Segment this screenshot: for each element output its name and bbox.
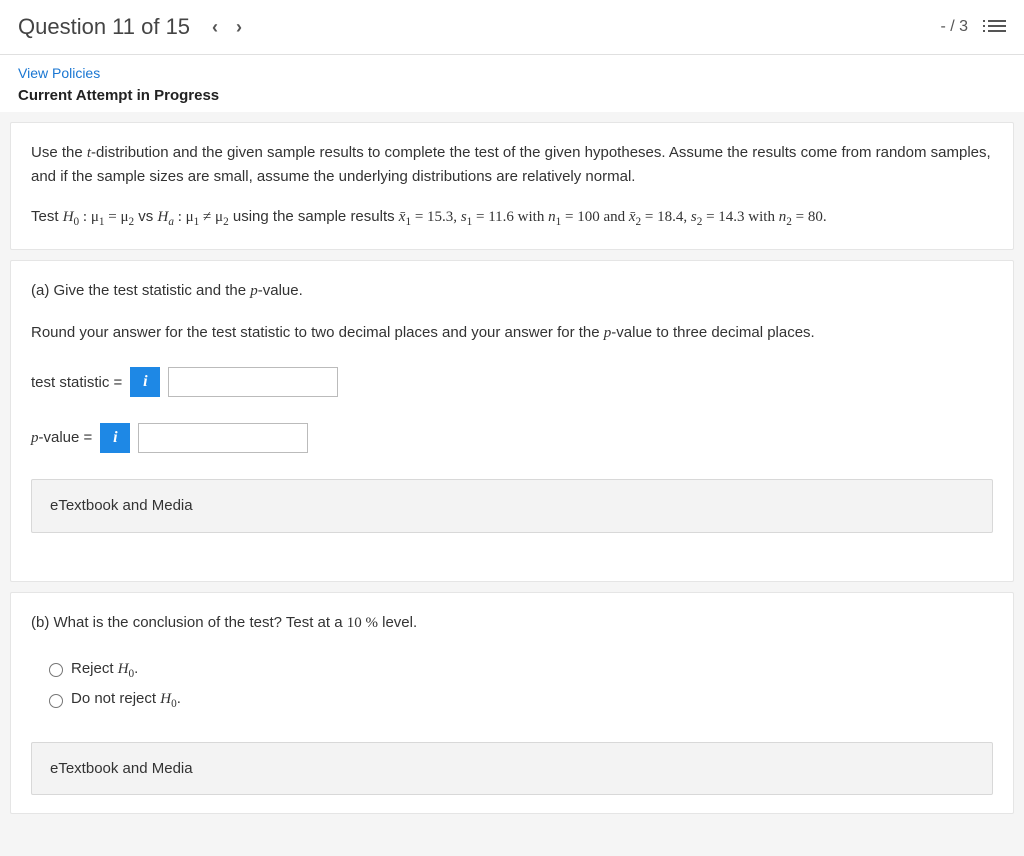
h-var: H — [160, 691, 171, 707]
score-display: - / 3 — [940, 18, 968, 36]
part-b-label: (b) What is the conclusion of the test? … — [31, 611, 993, 635]
text: = 80. — [792, 209, 827, 225]
part-b-panel: (b) What is the conclusion of the test? … — [10, 592, 1014, 814]
h-var: H — [157, 209, 168, 225]
subheader: View Policies Current Attempt in Progres… — [0, 55, 1024, 112]
h-var: H — [118, 661, 129, 677]
text: vs — [134, 208, 157, 225]
radio-reject-input[interactable] — [49, 663, 63, 677]
text: (b) What is the conclusion of the test? … — [31, 614, 347, 631]
text: Round your answer for the test statistic… — [31, 324, 604, 341]
p-value-input[interactable] — [138, 423, 308, 453]
info-icon[interactable]: i — [130, 367, 160, 397]
p-var: p — [250, 283, 258, 299]
attempt-status: Current Attempt in Progress — [18, 87, 1006, 104]
level: 10 % — [347, 615, 378, 631]
instructions-para2: Test H0 : μ1 = μ2 vs Ha : μ1 ≠ μ2 using … — [31, 205, 993, 231]
text: Test — [31, 208, 63, 225]
radio-reject-label: Reject H0. — [71, 657, 138, 683]
instructions-para1: Use the t-distribution and the given sam… — [31, 141, 993, 189]
text: level. — [378, 614, 417, 631]
text: -distribution and the given sample resul… — [31, 144, 991, 185]
radio-do-not-reject-label: Do not reject H0. — [71, 687, 181, 713]
h-var: H — [63, 209, 74, 225]
text: Reject — [71, 660, 118, 677]
text: = μ — [105, 209, 129, 225]
nav-arrows: ‹ › — [208, 17, 246, 38]
text: Use the — [31, 144, 87, 161]
text: = 11.6 with — [472, 209, 548, 225]
question-title: Question 11 of 15 — [18, 14, 190, 40]
text: (a) Give the test statistic and the — [31, 282, 250, 299]
p-var: p — [31, 430, 39, 446]
text: -value. — [258, 282, 303, 299]
radio-do-not-reject-input[interactable] — [49, 694, 63, 708]
radio-do-not-reject[interactable]: Do not reject H0. — [49, 687, 993, 713]
view-policies-link[interactable]: View Policies — [18, 65, 100, 81]
text: = 18.4, — [641, 209, 691, 225]
question-header: Question 11 of 15 ‹ › - / 3 — [0, 0, 1024, 55]
text: . — [177, 690, 181, 707]
text: Do not reject — [71, 690, 160, 707]
conclusion-radio-group: Reject H0. Do not reject H0. — [49, 657, 993, 714]
part-a-round-instruction: Round your answer for the test statistic… — [31, 321, 993, 345]
text: = 100 and — [561, 209, 629, 225]
header-right: - / 3 — [940, 18, 1006, 36]
text: = 15.3, — [411, 209, 461, 225]
text: ≠ μ — [199, 209, 223, 225]
etextbook-button[interactable]: eTextbook and Media — [31, 742, 993, 795]
p-value-row: p-value = i — [31, 423, 993, 453]
next-question-button[interactable]: › — [232, 17, 246, 38]
info-icon[interactable]: i — [100, 423, 130, 453]
test-statistic-row: test statistic = i — [31, 367, 993, 397]
text: using the sample results — [229, 208, 399, 225]
xbar: x̄ — [629, 209, 636, 225]
prev-question-button[interactable]: ‹ — [208, 17, 222, 38]
n-var: n — [548, 209, 556, 225]
text: : μ — [79, 209, 99, 225]
p-value-label: p-value = — [31, 426, 92, 450]
text: -value = — [39, 429, 93, 446]
part-a-panel: (a) Give the test statistic and the p-va… — [10, 260, 1014, 582]
text: . — [134, 660, 138, 677]
header-left: Question 11 of 15 ‹ › — [18, 14, 246, 40]
part-a-label: (a) Give the test statistic and the p-va… — [31, 279, 993, 303]
radio-reject[interactable]: Reject H0. — [49, 657, 993, 683]
text: = 14.3 with — [702, 209, 778, 225]
instructions-panel: Use the t-distribution and the given sam… — [10, 122, 1014, 250]
test-statistic-label: test statistic = — [31, 371, 122, 394]
text: -value to three decimal places. — [611, 324, 814, 341]
etextbook-button[interactable]: eTextbook and Media — [31, 479, 993, 532]
question-list-icon[interactable] — [988, 20, 1006, 34]
text: : μ — [174, 209, 194, 225]
test-statistic-input[interactable] — [168, 367, 338, 397]
